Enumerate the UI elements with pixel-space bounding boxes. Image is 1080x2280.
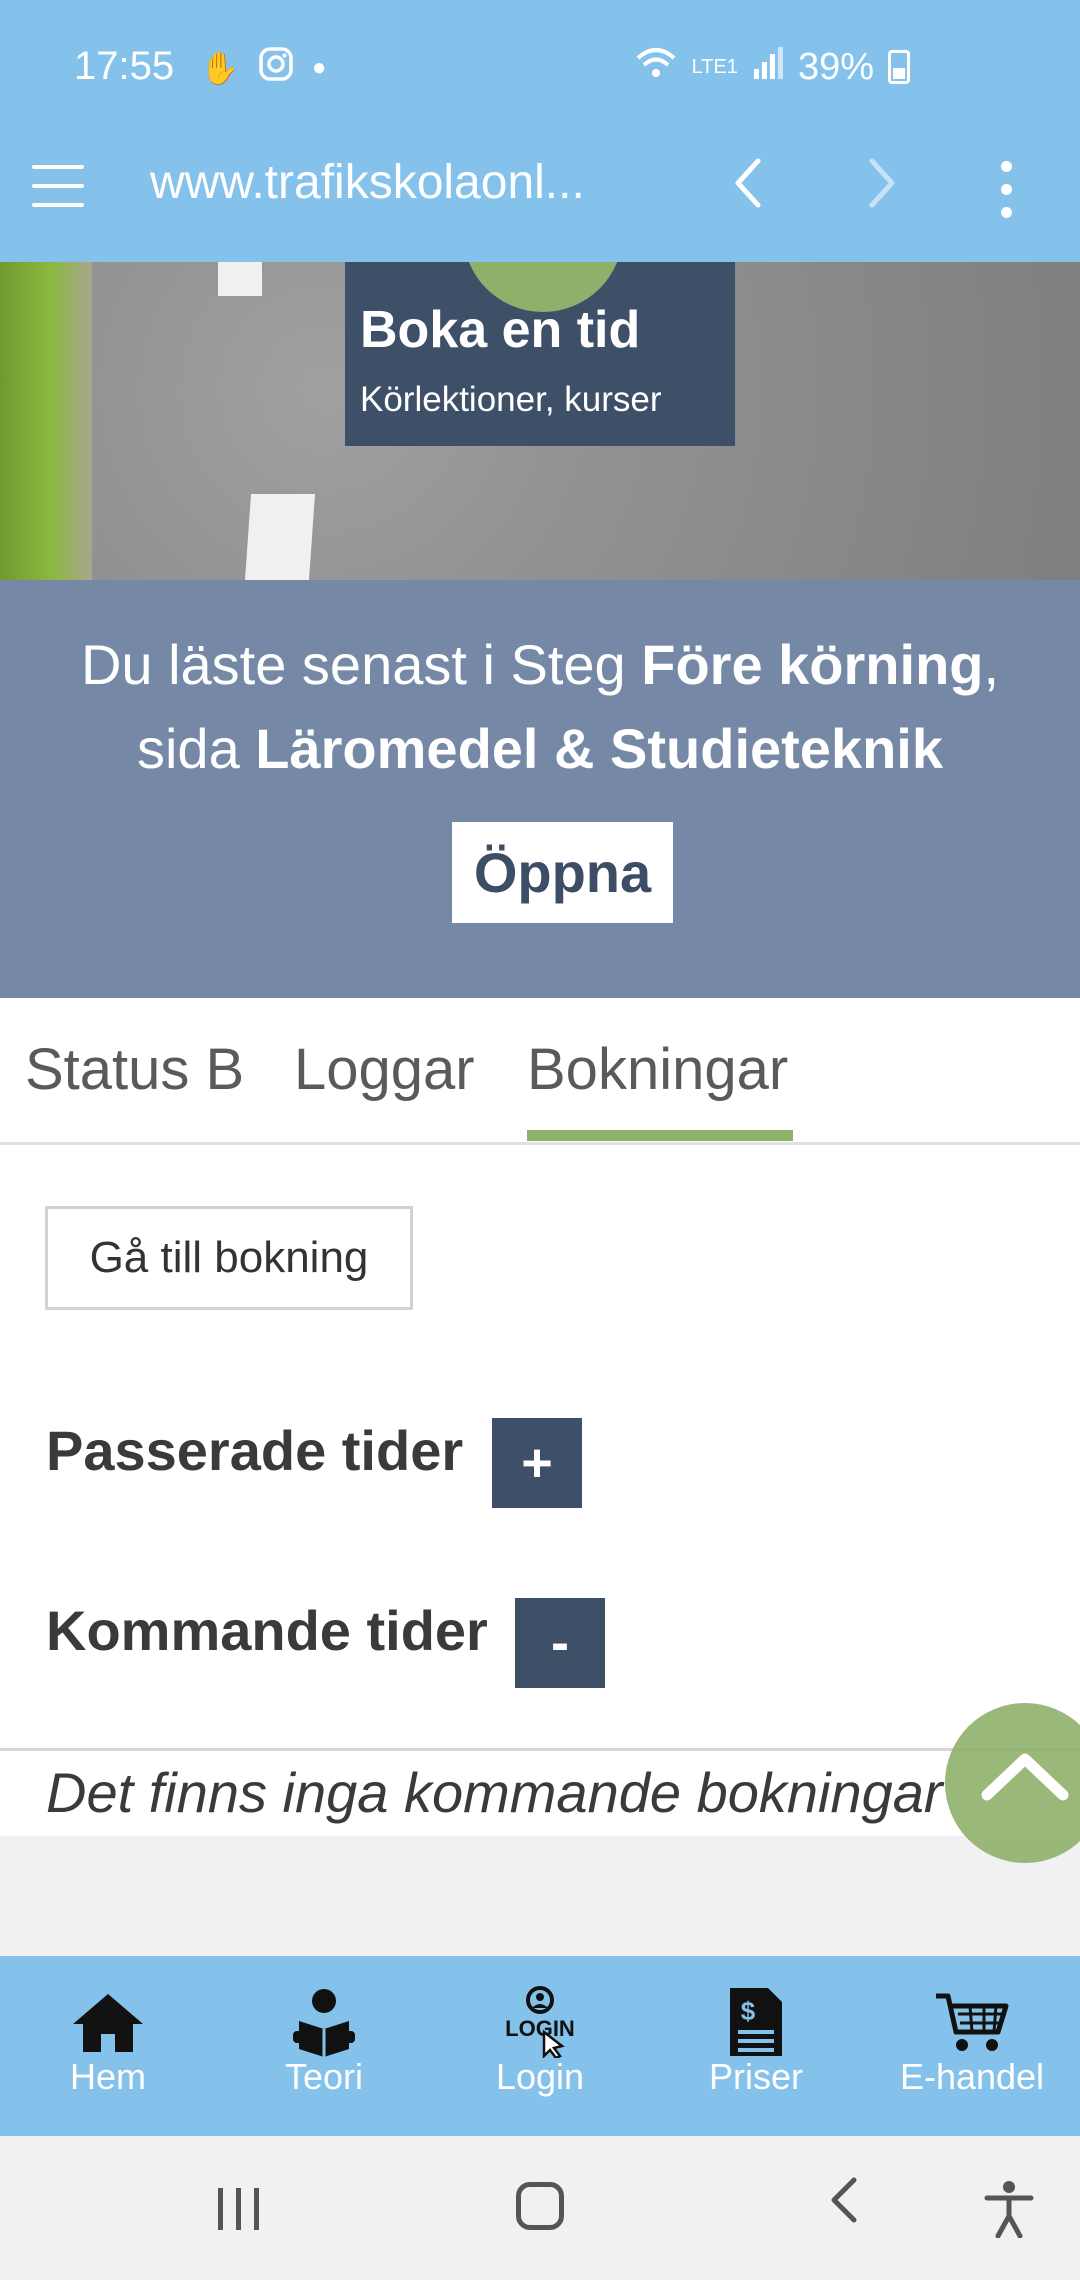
road-marking [218,262,262,296]
top-bar: 17:55 ✋ ● LTE1 39% www.trafikskolaonl... [0,0,1080,262]
menu-icon[interactable] [32,163,84,209]
active-tab-indicator [527,1130,793,1141]
instagram-icon [258,46,294,90]
system-navigation-bar [0,2136,1080,2280]
battery-percent: 39% [797,45,874,88]
grass-edge [0,262,92,580]
home-button-icon[interactable] [516,2182,564,2230]
status-time: 17:55 [74,44,175,88]
notification-icons: ✋ ● [200,46,326,90]
svg-text:LOGIN: LOGIN [505,2016,575,2041]
nav-label: Login [495,2056,585,2097]
booking-title: Boka en tid [360,301,641,359]
upcoming-times-title: Kommande tider [46,1599,488,1662]
url-bar[interactable]: www.trafikskolaonl... [150,155,585,210]
last-read-page-prefix: sida [136,717,256,780]
battery-icon [888,50,910,84]
booking-subtitle: Körlektioner, kurser [360,380,662,419]
more-options-icon[interactable] [996,159,1016,219]
last-read-page: Läromedel & Studieteknik [255,717,944,780]
reader-icon [216,1986,432,2058]
nav-login[interactable]: LOGIN Login [432,1956,648,2136]
past-times-expand-button[interactable]: + [492,1418,582,1508]
browser-forward-icon[interactable] [862,153,902,227]
no-upcoming-bookings-message: Det finns inga kommande bokningar [46,1761,943,1824]
nav-priser[interactable]: $ Priser [648,1956,864,2136]
tab-loggar[interactable]: Loggar [294,1036,475,1103]
recent-apps-icon[interactable] [214,2188,264,2230]
status-bar: 17:55 ✋ ● LTE1 39% [0,0,1080,135]
last-read-step: Före körning [641,633,984,696]
nav-hem[interactable]: Hem [0,1956,216,2136]
hero-banner: Boka en tid Körlektioner, kurser [0,262,1080,580]
divider [0,1748,1080,1751]
upcoming-times-collapse-button[interactable]: - [515,1598,605,1688]
tab-bar: Status B Loggar Bokningar [0,998,1080,1145]
nav-e-handel[interactable]: E-handel [864,1956,1080,2136]
accessibility-icon[interactable] [984,2180,1034,2243]
lte-label: LTE1 [691,55,738,78]
cart-icon [864,1986,1080,2058]
chevron-up-icon [981,1753,1069,1801]
app-notification-icon: ✋ [200,50,240,86]
login-icon: LOGIN [432,1986,648,2058]
last-read-panel: Du läste senast i Steg Före körning, sid… [0,580,1080,998]
price-document-icon: $ [648,1986,864,2058]
svg-text:$: $ [741,1996,756,2026]
signal-icon [752,45,784,89]
nav-label: Priser [708,2056,803,2097]
status-right: LTE1 39% [634,44,910,90]
book-appointment-card[interactable]: Boka en tid Körlektioner, kurser [345,262,735,446]
browser-back-icon[interactable] [728,153,768,227]
last-read-comma: , [983,633,1000,696]
tab-bokningar[interactable]: Bokningar [527,1036,788,1103]
browser-toolbar: www.trafikskolaonl... [0,135,1080,262]
last-read-page-line: sida Läromedel & Studieteknik [0,716,1080,781]
dot-icon: ● [311,54,327,81]
bookings-card: Status B Loggar Bokningar Gå till boknin… [0,998,1080,1836]
nav-label: E-handel [899,2056,1045,2097]
goto-booking-button[interactable]: Gå till bokning [45,1206,413,1310]
last-read-step-line: Du läste senast i Steg Före körning, [0,632,1080,697]
tab-status-b[interactable]: Status B [25,1036,244,1103]
bottom-navigation: Hem Teori LOGIN Login $ Priser E-handel [0,1956,1080,2136]
wifi-icon [634,44,678,90]
road-marking [244,494,316,580]
home-icon [0,1986,216,2058]
open-button[interactable]: Öppna [452,822,673,923]
nav-label: Hem [69,2056,146,2097]
last-read-prefix: Du läste senast i Steg [80,633,642,696]
nav-teori[interactable]: Teori [216,1956,432,2136]
nav-label: Teori [284,2056,364,2097]
system-back-icon[interactable] [824,2170,864,2245]
past-times-title: Passerade tider [46,1419,464,1482]
